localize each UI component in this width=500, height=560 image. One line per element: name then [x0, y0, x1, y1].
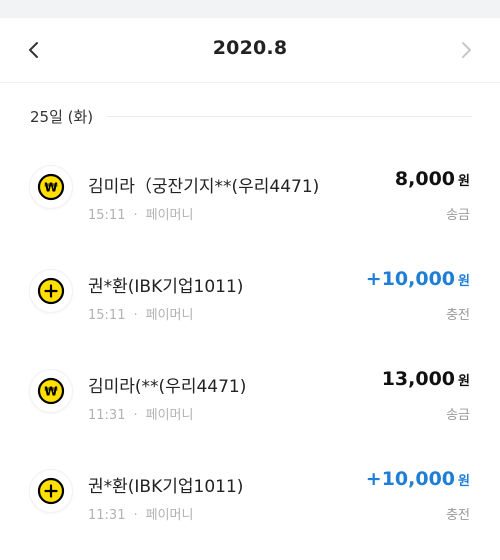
transaction-item[interactable]: ₩ 김미라（궁잔기지**(우리4471) 15:11 · 페이머니 8,000 원 송…	[0, 166, 500, 260]
transaction-time: 11:31	[88, 408, 126, 423]
transaction-time: 15:11	[88, 308, 126, 323]
transaction-amount: +10,000 원	[366, 468, 470, 490]
transaction-name: 권*환(IBK기업1011)	[88, 277, 244, 297]
meta-separator: ·	[133, 508, 138, 523]
transaction-name: 김미라（궁잔기지**(우리4471)	[88, 177, 320, 197]
amount-unit: 원	[458, 474, 470, 489]
transaction-name: 권*환(IBK기업1011)	[88, 477, 244, 497]
transaction-meta: 11:31 · 페이머니	[88, 504, 193, 523]
date-divider	[107, 115, 472, 117]
amount-value: +10,000	[365, 268, 456, 290]
transaction-amount: +10,000 원	[366, 268, 470, 290]
transaction-meta: 15:11 · 페이머니	[88, 304, 193, 323]
meta-separator: ·	[133, 308, 138, 323]
amount-value: 13,000	[381, 368, 456, 390]
meta-separator: ·	[133, 408, 138, 423]
transaction-method: 페이머니	[145, 208, 194, 223]
transaction-type: 송금	[446, 408, 470, 423]
date-label: 25일 (화)	[30, 107, 94, 126]
transaction-type: 충전	[446, 508, 470, 523]
won-coin-icon: ₩	[30, 166, 72, 208]
transaction-amount: 8,000 원	[395, 168, 470, 190]
transaction-meta: 11:31 · 페이머니	[88, 404, 193, 423]
amount-unit: 원	[458, 274, 470, 289]
transaction-amount: 13,000 원	[382, 368, 470, 390]
svg-text:₩: ₩	[44, 385, 58, 399]
won-coin-icon: ₩	[30, 370, 72, 412]
plus-coin-icon	[30, 470, 72, 512]
month-header: 2020.8	[0, 18, 500, 83]
transaction-type: 송금	[446, 208, 470, 223]
amount-value: 8,000	[394, 168, 456, 190]
next-month-button[interactable]	[450, 34, 482, 66]
meta-separator: ·	[133, 208, 138, 223]
transaction-time: 15:11	[88, 208, 126, 223]
transaction-method: 페이머니	[145, 508, 194, 523]
plus-coin-icon	[30, 270, 72, 312]
chevron-right-icon	[462, 42, 471, 58]
transaction-name: 김미라(**(우리4471)	[88, 377, 247, 397]
transaction-item[interactable]: 권*환(IBK기업1011) 11:31 · 페이머니 +10,000 원 충전	[0, 468, 500, 560]
amount-unit: 원	[458, 374, 470, 389]
transaction-method: 페이머니	[145, 408, 194, 423]
transaction-type: 충전	[446, 308, 470, 323]
transaction-item[interactable]: ₩ 김미라(**(우리4471) 11:31 · 페이머니 13,000 원 송금	[0, 368, 500, 460]
page-title: 2020.8	[212, 37, 288, 59]
transaction-method: 페이머니	[145, 308, 194, 323]
status-bar-area	[0, 0, 500, 18]
amount-value: +10,000	[365, 468, 456, 490]
amount-unit: 원	[458, 174, 470, 189]
transaction-meta: 15:11 · 페이머니	[88, 204, 193, 223]
svg-text:₩: ₩	[44, 181, 58, 195]
transaction-time: 11:31	[88, 508, 126, 523]
transaction-item[interactable]: 권*환(IBK기업1011) 15:11 · 페이머니 +10,000 원 충전	[0, 268, 500, 360]
date-group-header: 25일 (화)	[30, 104, 472, 128]
